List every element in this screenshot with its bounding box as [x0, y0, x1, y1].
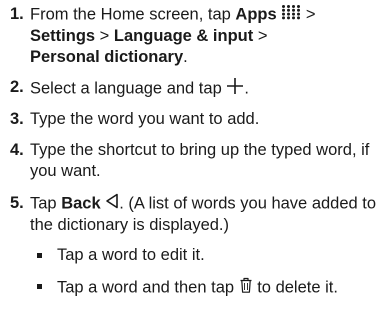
period: .: [183, 48, 188, 66]
separator: >: [253, 27, 268, 45]
step-number: 4.: [10, 141, 24, 159]
step-3: 3. Type the word you want to add.: [10, 109, 385, 130]
language-input-label: Language & input: [113, 27, 254, 45]
bullet-item-1: Tap a word to edit it.: [37, 245, 387, 266]
bullet-marker: [37, 253, 42, 258]
settings-label: Settings: [30, 27, 96, 45]
plus-icon: [226, 77, 244, 101]
bullet-marker: [37, 284, 42, 289]
step-number: 3.: [10, 110, 24, 128]
step-2-text: Select a language and tap: [30, 79, 227, 98]
step-2: 2. Select a language and tap .: [10, 77, 385, 101]
instructions-document: 1. From the Home screen, tap Apps > Sett…: [0, 0, 391, 336]
step-5-intro: Tap: [30, 194, 62, 213]
bullet-item-2: Tap a word and then tap to delete it.: [37, 276, 387, 300]
bullet-2-end: to delete it.: [252, 278, 338, 297]
period: .: [244, 79, 249, 98]
step-1-intro: From the Home screen, tap: [30, 5, 236, 24]
step-text: Tap Back . (A list of words you have add…: [30, 193, 385, 236]
apps-grid-icon: [281, 4, 301, 26]
step-text: Type the shortcut to bring up the typed …: [30, 141, 370, 180]
step-text: Select a language and tap .: [30, 77, 385, 101]
step-number: 5.: [10, 194, 24, 212]
apps-label: Apps: [235, 5, 277, 24]
bullet-text: Tap a word to edit it.: [57, 246, 205, 264]
separator: >: [301, 5, 316, 24]
back-label: Back: [61, 194, 101, 213]
step-number: 2.: [10, 78, 24, 96]
separator: >: [95, 27, 114, 45]
step-text: Type the word you want to add.: [30, 110, 260, 128]
step-5: 5. Tap Back . (A list of words you have …: [10, 193, 385, 236]
step-text: From the Home screen, tap Apps > Setting…: [30, 4, 385, 68]
back-triangle-icon: [105, 193, 119, 215]
bullet-2-intro: Tap a word and then tap: [57, 278, 239, 297]
bullet-text: Tap a word and then tap to delete it.: [57, 276, 387, 300]
trash-icon: [239, 276, 253, 300]
step-number: 1.: [10, 5, 24, 23]
step-4: 4. Type the shortcut to bring up the typ…: [10, 140, 385, 182]
personal-dictionary-label: Personal dictionary: [30, 48, 184, 66]
step-1: 1. From the Home screen, tap Apps > Sett…: [10, 4, 385, 68]
